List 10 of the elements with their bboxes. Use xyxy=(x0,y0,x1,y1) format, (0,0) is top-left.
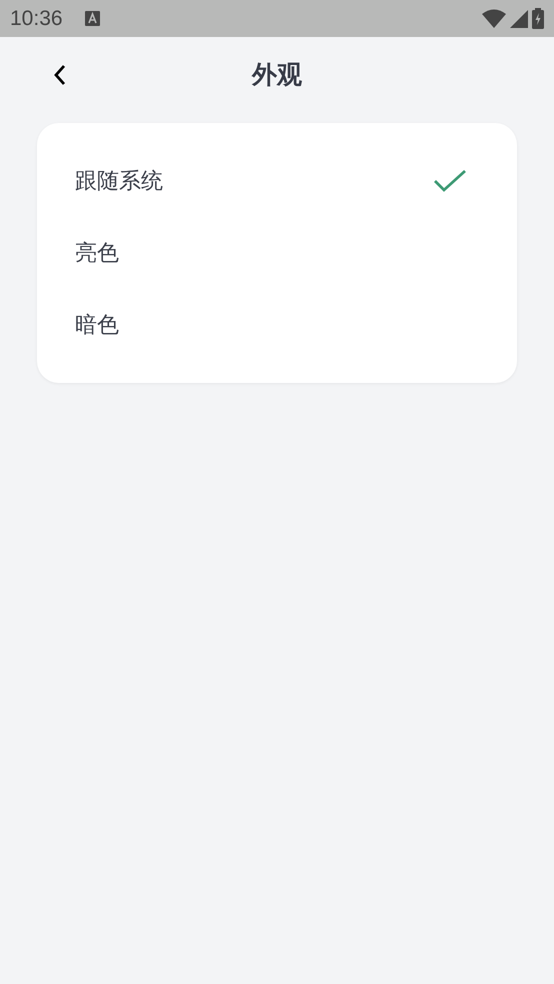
status-time: 10:36 xyxy=(10,6,63,30)
theme-option[interactable]: 亮色 xyxy=(37,217,517,289)
wifi-icon xyxy=(482,9,506,28)
theme-option[interactable]: 暗色 xyxy=(37,289,517,361)
signal-icon xyxy=(510,10,528,28)
battery-icon xyxy=(532,8,544,29)
page-title: 外观 xyxy=(252,58,302,90)
keyboard-icon xyxy=(84,11,100,26)
theme-option[interactable]: 跟随系统 xyxy=(37,145,517,217)
back-icon xyxy=(53,64,67,86)
